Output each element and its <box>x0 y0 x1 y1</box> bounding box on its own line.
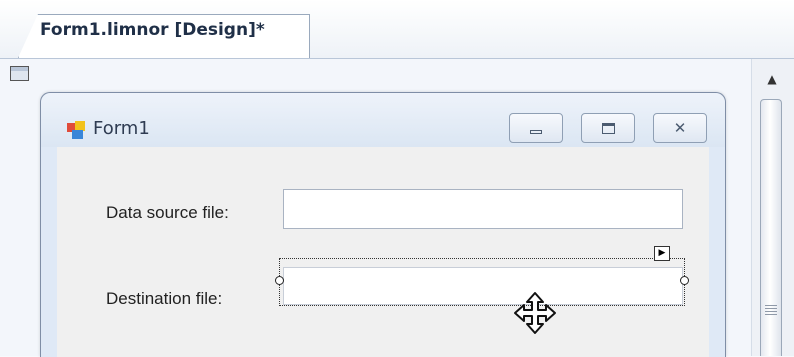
document-tabstrip: Form1.limnor [Design]* <box>0 0 794 59</box>
minimize-button[interactable] <box>509 113 563 143</box>
close-button[interactable]: ✕ <box>653 113 707 143</box>
data-source-textbox[interactable] <box>283 189 683 229</box>
scroll-up-arrow-icon[interactable]: ▲ <box>762 71 782 87</box>
selected-control-outline[interactable] <box>275 258 689 306</box>
form-titlebar[interactable]: Form1 ✕ <box>41 93 725 147</box>
smart-tag-arrow-icon[interactable]: ▶ <box>654 246 670 261</box>
close-icon: ✕ <box>673 119 687 137</box>
component-tray-icon[interactable] <box>10 66 29 81</box>
scroll-thumb[interactable] <box>760 99 782 356</box>
form-client-area: Data source file: Destination file: <box>57 147 709 357</box>
form-app-icon <box>67 121 85 139</box>
minimize-icon <box>530 130 542 134</box>
move-cursor-icon <box>514 292 556 334</box>
maximize-button[interactable] <box>581 113 635 143</box>
right-resize-handle[interactable] <box>680 276 689 285</box>
scroll-thumb-grip-icon <box>765 305 777 317</box>
destination-label: Destination file: <box>106 289 223 308</box>
vertical-scrollbar[interactable]: ▲ <box>751 59 794 356</box>
left-resize-handle[interactable] <box>275 276 284 285</box>
data-source-label: Data source file: <box>106 203 229 222</box>
form-title: Form1 <box>93 118 150 139</box>
maximize-icon <box>601 122 615 134</box>
form-window: Form1 ✕ Data source file: Destination fi… <box>40 92 726 357</box>
tab-title[interactable]: Form1.limnor [Design]* <box>40 20 265 40</box>
